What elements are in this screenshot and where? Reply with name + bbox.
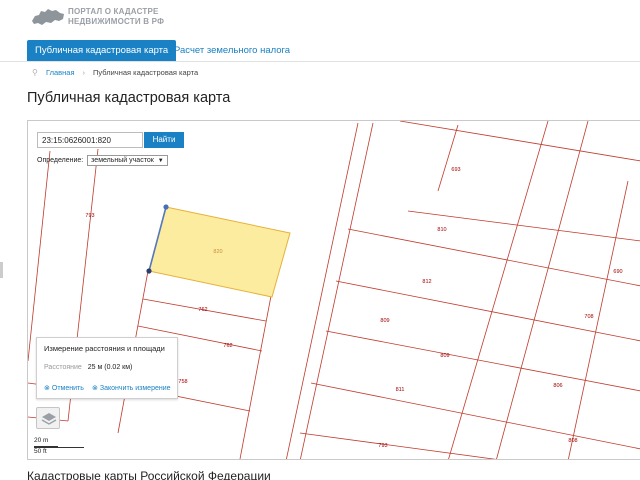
- layers-icon: [41, 413, 57, 425]
- russia-map-icon[interactable]: [30, 5, 66, 29]
- parcel-label: 809: [440, 353, 449, 359]
- parcel-label: 812: [422, 279, 431, 285]
- distance-label: Расстояние: [44, 364, 82, 371]
- distance-value: 25 м (0.02 км): [87, 364, 133, 371]
- search-button[interactable]: Найти: [144, 132, 184, 148]
- location-pin-icon: ⚲: [32, 68, 38, 77]
- section-title: Кадастровые карты Российской Федерации: [27, 469, 271, 480]
- tab-land-tax-calculation[interactable]: Расчет земельного налога: [166, 40, 298, 61]
- cadastral-number-input[interactable]: [37, 132, 143, 148]
- close-icon: ⊗: [92, 385, 98, 392]
- parcel-label: 808: [568, 438, 577, 444]
- definition-select-value: земельный участок: [91, 157, 154, 164]
- layers-button[interactable]: [36, 407, 60, 429]
- parcel-label-selected: 820: [213, 249, 222, 255]
- main-nav: Публичная кадастровая карта Расчет земел…: [0, 40, 640, 62]
- measure-panel: Измерение расстояния и площади Расстояни…: [36, 337, 178, 399]
- breadcrumb-current: Публичная кадастровая карта: [93, 68, 199, 77]
- parcel-label: 708: [584, 314, 593, 320]
- logo-text[interactable]: ПОРТАЛ О КАДАСТРЕ НЕДВИЖИМОСТИ В РФ: [68, 7, 164, 27]
- cancel-label: Отменить: [51, 385, 84, 392]
- parcel-label: 762: [198, 307, 207, 313]
- parcel-label: 762: [223, 343, 232, 349]
- scale-imperial: 50 ft: [34, 448, 47, 455]
- definition-row: Определение: земельный участок ▼: [37, 155, 168, 166]
- cancel-measure-link[interactable]: ⊗ Отменить: [44, 384, 84, 392]
- tab-public-cadastral-map[interactable]: Публичная кадастровая карта: [27, 40, 177, 61]
- finish-measure-link[interactable]: ⊗ Закончить измерение: [92, 384, 171, 392]
- site-header: ПОРТАЛ О КАДАСТРЕ НЕДВИЖИМОСТИ В РФ: [0, 0, 640, 36]
- parcel-label: 793: [378, 443, 387, 449]
- close-icon: ⊗: [44, 385, 50, 392]
- logo-line-1: ПОРТАЛ О КАДАСТРЕ: [68, 7, 159, 16]
- breadcrumb-separator-icon: ›: [82, 70, 85, 77]
- finish-label: Закончить измерение: [99, 385, 171, 392]
- breadcrumb-home-link[interactable]: Главная: [46, 68, 75, 77]
- parcel-label: 810: [437, 227, 446, 233]
- page-title: Публичная кадастровая карта: [27, 90, 231, 106]
- scale-metric: 20 m: [34, 437, 49, 444]
- breadcrumb: ⚲ Главная › Публичная кадастровая карта: [32, 68, 198, 77]
- parcel-label: 811: [396, 387, 405, 393]
- map-canvas[interactable]: 793 820 762 762 758 693 810 812 690 809 …: [28, 121, 640, 460]
- cadastral-map[interactable]: 793 820 762 762 758 693 810 812 690 809 …: [27, 120, 640, 460]
- parcel-label: 793: [85, 213, 94, 219]
- measure-point-start[interactable]: [163, 204, 169, 210]
- parcel-label: 809: [380, 318, 389, 324]
- logo-line-2: НЕДВИЖИМОСТИ В РФ: [68, 17, 165, 26]
- parcel-label: 758: [178, 379, 187, 385]
- measure-distance-row: Расстояние 25 м (0.02 км): [44, 364, 132, 371]
- parcel-label: 690: [613, 269, 622, 275]
- definition-select[interactable]: земельный участок ▼: [87, 155, 168, 166]
- measure-point-end[interactable]: [146, 268, 152, 274]
- scale-bar: 20 m 50 ft: [34, 437, 94, 459]
- parcel-label: 806: [553, 383, 562, 389]
- chevron-down-icon: ▼: [157, 158, 164, 164]
- parcel-label: 693: [451, 167, 460, 173]
- measure-title: Измерение расстояния и площади: [44, 344, 165, 353]
- side-scroll-marker: [0, 262, 3, 278]
- definition-label: Определение:: [37, 157, 84, 164]
